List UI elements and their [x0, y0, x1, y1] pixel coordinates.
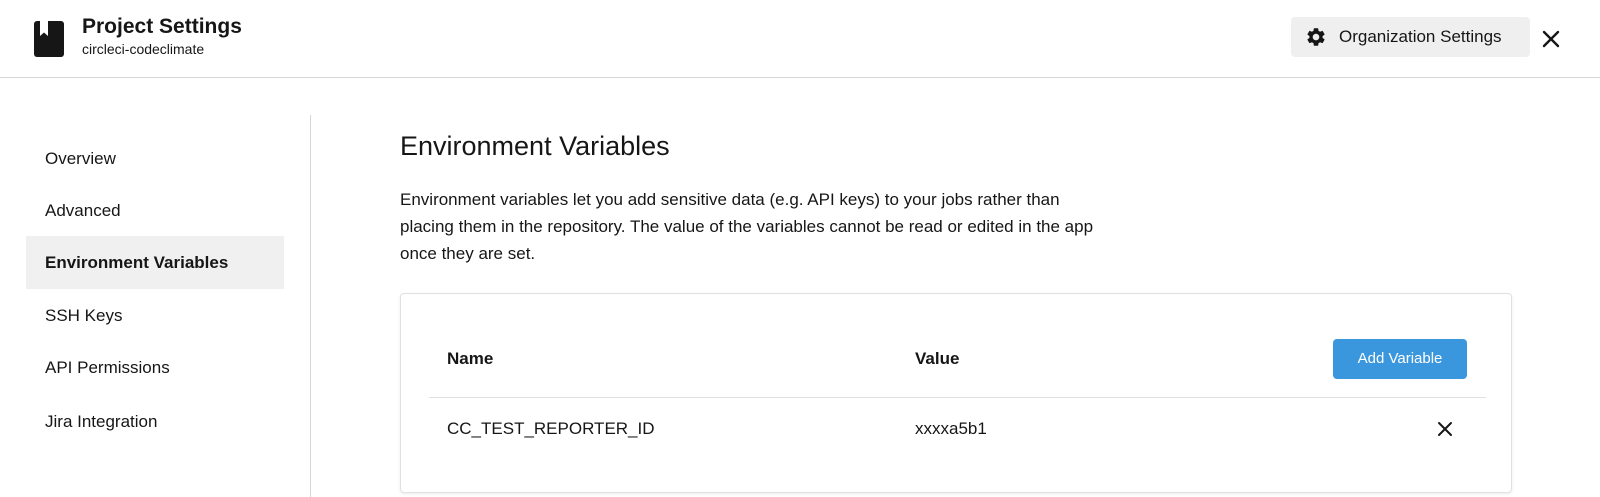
sidebar-item-advanced[interactable]: Advanced	[26, 184, 284, 237]
page-header: Project Settings circleci-codeclimate Or…	[0, 0, 1600, 78]
add-variable-button[interactable]: Add Variable	[1333, 339, 1467, 379]
sidebar-item-label: Environment Variables	[45, 253, 229, 272]
section-description: Environment variables let you add sensit…	[400, 190, 1094, 263]
organization-settings-label: Organization Settings	[1339, 27, 1502, 46]
sidebar-item-label: Advanced	[45, 201, 121, 220]
section-title: Environment Variables	[400, 131, 670, 161]
variable-name: CC_TEST_REPORTER_ID	[447, 419, 655, 438]
sidebar-item-label: API Permissions	[45, 358, 170, 377]
column-header-name: Name	[447, 349, 494, 368]
sidebar-item-label: Overview	[45, 149, 116, 168]
close-icon[interactable]	[1541, 29, 1561, 49]
env-variables-table: Name Value Add Variable CC_TEST_REPORTER…	[400, 293, 1512, 493]
organization-settings-button[interactable]: Organization Settings	[1291, 17, 1530, 57]
sidebar-item-overview[interactable]: Overview	[26, 132, 284, 185]
delete-variable-icon[interactable]	[1437, 421, 1453, 437]
bookmark-book-icon	[34, 21, 64, 57]
divider	[429, 397, 1486, 398]
sidebar-item-label: SSH Keys	[45, 306, 123, 325]
sidebar-item-ssh-keys[interactable]: SSH Keys	[26, 289, 284, 342]
column-header-value: Value	[915, 349, 960, 368]
page-title: Project Settings	[82, 15, 242, 38]
sidebar-divider	[310, 115, 311, 497]
sidebar-item-label: Jira Integration	[45, 412, 158, 431]
project-name: circleci-codeclimate	[82, 41, 205, 57]
sidebar-item-jira-integration[interactable]: Jira Integration	[26, 395, 284, 448]
sidebar-item-environment-variables[interactable]: Environment Variables	[26, 236, 284, 289]
settings-sidebar: Overview Advanced Environment Variables …	[0, 115, 311, 497]
gear-icon	[1307, 28, 1325, 46]
variable-value: xxxxa5b1	[915, 419, 987, 438]
sidebar-item-api-permissions[interactable]: API Permissions	[26, 341, 284, 394]
